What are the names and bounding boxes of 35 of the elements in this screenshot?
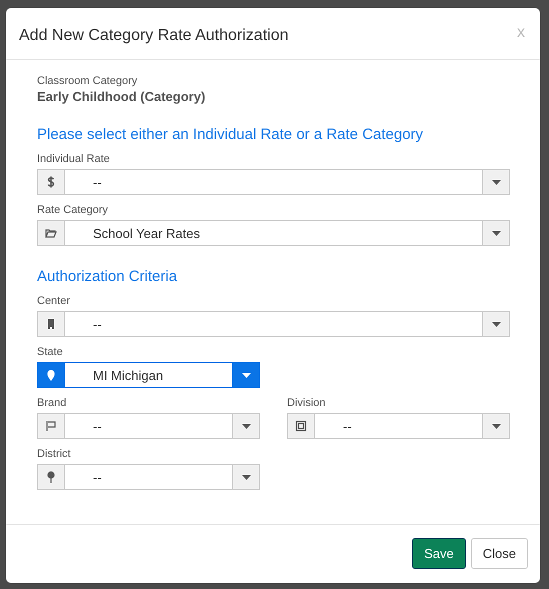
frame-icon bbox=[295, 420, 307, 432]
field-label: State bbox=[37, 345, 64, 359]
folder-icon bbox=[45, 227, 57, 239]
location-pin-icon bbox=[45, 369, 57, 381]
building-icon bbox=[45, 318, 57, 330]
field-label: District bbox=[37, 447, 72, 461]
caret-icon bbox=[492, 424, 500, 428]
select-field[interactable]: MI Michigan bbox=[37, 362, 260, 388]
caret-icon bbox=[242, 424, 250, 428]
select-field[interactable]: -- bbox=[37, 311, 510, 337]
dialog-title: Add New Category Rate Authorization bbox=[19, 26, 288, 46]
caret-icon bbox=[242, 372, 250, 378]
pushpin-icon bbox=[45, 471, 57, 483]
dollar-sign-icon bbox=[45, 176, 57, 188]
flag-icon bbox=[45, 420, 57, 432]
section-heading: Authorization Criteria bbox=[37, 268, 178, 286]
select-field[interactable]: -- bbox=[37, 464, 260, 490]
field-value: Early Childhood (Category) bbox=[37, 88, 206, 106]
field-label: Brand bbox=[37, 396, 68, 410]
caret-icon bbox=[492, 230, 500, 236]
select-field[interactable]: School Year Rates bbox=[37, 220, 510, 246]
close-button[interactable]: Close bbox=[470, 538, 528, 569]
field-label: Classroom Category bbox=[37, 74, 138, 88]
select-field[interactable]: -- bbox=[37, 413, 260, 439]
caret-icon bbox=[242, 474, 250, 480]
caret-icon bbox=[492, 322, 500, 326]
caret-icon bbox=[492, 180, 500, 184]
field-label: Center bbox=[37, 294, 72, 308]
section-heading: Please select either an Individual Rate or a Rate Category bbox=[37, 126, 424, 144]
select-field[interactable]: -- bbox=[37, 169, 510, 195]
select-field[interactable]: -- bbox=[287, 413, 510, 439]
field-label: Division bbox=[287, 396, 327, 410]
field-label: Individual Rate bbox=[37, 152, 111, 166]
field-label: Rate Category bbox=[37, 203, 109, 217]
save-button[interactable]: Save bbox=[412, 538, 466, 569]
